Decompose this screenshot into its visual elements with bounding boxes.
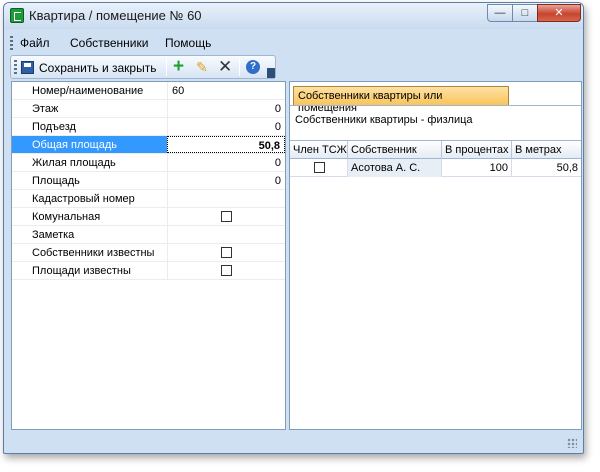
property-row[interactable]: Комунальная	[12, 208, 285, 226]
property-row[interactable]: Площади известны	[12, 262, 285, 280]
help-icon[interactable]: ?	[246, 60, 260, 74]
menu-help[interactable]: Помощь	[165, 36, 211, 50]
property-value	[167, 262, 285, 279]
property-value	[167, 208, 285, 225]
owners-table: Член ТСЖ Собственник В процентах В метра…	[290, 140, 581, 429]
column-header-percent[interactable]: В процентах	[442, 141, 512, 159]
property-name: Площади известны	[32, 265, 131, 277]
property-row[interactable]: Собственники известны	[12, 244, 285, 262]
menu-owners[interactable]: Собственники	[70, 36, 148, 50]
property-name: Жилая площадь	[32, 157, 116, 169]
table-row[interactable]: Асотова А. С. 100 50,8	[290, 159, 581, 177]
save-close-button[interactable]: Сохранить и закрыть	[21, 58, 156, 77]
checkbox[interactable]	[221, 265, 232, 276]
save-icon	[21, 61, 34, 74]
delete-icon[interactable]: ✕	[218, 57, 232, 77]
member-cell	[290, 159, 348, 177]
owners-subtitle: Собственники квартиры - физлица	[295, 114, 473, 126]
property-value[interactable]: 0	[167, 154, 285, 171]
menu-file[interactable]: Файл	[20, 36, 50, 50]
toolbar-grip[interactable]	[14, 60, 17, 74]
property-row[interactable]: Площадь 0	[12, 172, 285, 190]
tab-divider	[290, 105, 581, 106]
owner-cell[interactable]: Асотова А. С.	[348, 159, 442, 177]
property-row[interactable]: Кадастровый номер	[12, 190, 285, 208]
property-value[interactable]	[167, 226, 285, 243]
checkbox[interactable]	[221, 211, 232, 222]
title-bar[interactable]: Квартира / помещение № 60 — □ ✕	[4, 3, 583, 29]
app-icon	[10, 8, 24, 23]
menu-grip[interactable]	[10, 36, 13, 50]
property-name: Кадастровый номер	[32, 193, 135, 205]
minimize-button[interactable]: —	[487, 4, 513, 22]
resize-grip-icon[interactable]	[567, 438, 577, 448]
status-bar	[6, 431, 581, 451]
property-name: Заметка	[32, 229, 75, 241]
property-name: Подъезд	[32, 121, 76, 133]
property-name: Общая площадь	[32, 139, 117, 151]
property-row[interactable]: Заметка	[12, 226, 285, 244]
property-value	[167, 244, 285, 261]
meters-cell[interactable]: 50,8	[512, 159, 581, 177]
toolbar-separator	[166, 59, 167, 76]
property-name: Комунальная	[32, 211, 101, 223]
toolbar: Сохранить и закрыть + ✎ ✕ ?	[10, 55, 276, 79]
property-row[interactable]: Номер/наименование 60	[12, 82, 285, 100]
edit-icon[interactable]: ✎	[196, 59, 208, 76]
toolbar-overflow-icon[interactable]	[267, 68, 275, 78]
property-value[interactable]	[167, 190, 285, 207]
close-button[interactable]: ✕	[537, 4, 581, 22]
column-header-owner[interactable]: Собственник	[348, 141, 442, 159]
app-window: Квартира / помещение № 60 — □ ✕ Файл Соб…	[3, 2, 584, 454]
maximize-button[interactable]: □	[512, 4, 538, 22]
property-grid: Номер/наименование 60 Этаж 0 Подъезд 0 О…	[11, 81, 286, 430]
member-checkbox[interactable]	[314, 162, 325, 173]
property-name: Собственники известны	[32, 247, 155, 259]
property-name: Номер/наименование	[32, 85, 144, 97]
property-row[interactable]: Этаж 0	[12, 100, 285, 118]
toolbar-separator	[239, 59, 240, 76]
property-value[interactable]: 0	[167, 118, 285, 135]
property-value[interactable]: 50,8	[167, 136, 285, 153]
owners-panel: Собственники квартиры или помещения Собс…	[289, 81, 582, 430]
property-value[interactable]: 0	[167, 100, 285, 117]
table-header: Член ТСЖ Собственник В процентах В метра…	[290, 141, 581, 159]
property-name: Площадь	[32, 175, 80, 187]
property-value[interactable]: 60	[167, 82, 285, 99]
percent-cell[interactable]: 100	[442, 159, 512, 177]
checkbox[interactable]	[221, 247, 232, 258]
property-value[interactable]: 0	[167, 172, 285, 189]
save-close-label: Сохранить и закрыть	[39, 60, 157, 75]
column-header-member[interactable]: Член ТСЖ	[290, 141, 348, 159]
window-title: Квартира / помещение № 60	[29, 8, 202, 23]
tab-owners[interactable]: Собственники квартиры или помещения	[293, 86, 509, 114]
column-header-meters[interactable]: В метрах	[512, 141, 581, 159]
property-row[interactable]: Подъезд 0	[12, 118, 285, 136]
property-row-selected[interactable]: Общая площадь 50,8	[12, 136, 285, 154]
menu-bar: Файл Собственники Помощь	[10, 33, 580, 53]
property-name: Этаж	[32, 103, 59, 115]
property-row[interactable]: Жилая площадь 0	[12, 154, 285, 172]
add-icon[interactable]: +	[173, 57, 189, 76]
